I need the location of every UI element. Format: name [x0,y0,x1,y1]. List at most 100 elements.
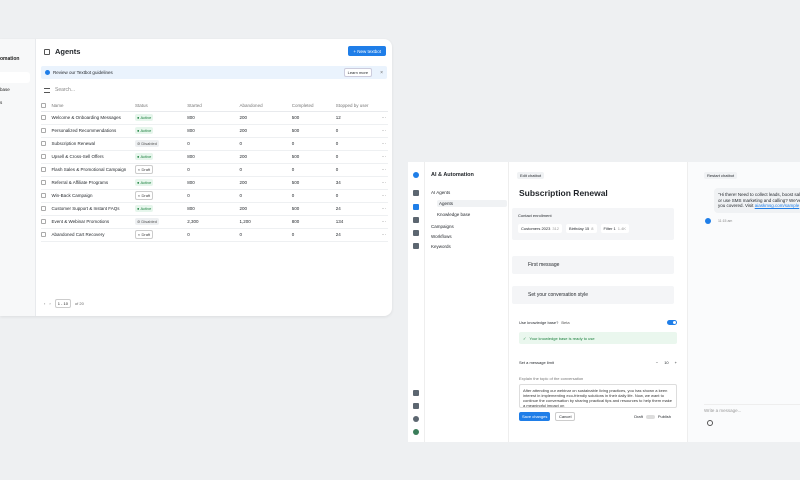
chip-birthday[interactable]: Birthday 15 8 [566,224,597,233]
row-name[interactable]: Welcome & Onboarding Messages [51,111,136,125]
row-name[interactable]: Flash Sales & Promotional Campaign [51,163,136,177]
row-name[interactable]: Customer Support & Instant FAQs [51,202,136,216]
nav-campaigns[interactable]: Campaigns [431,224,454,229]
table-row[interactable]: Customer Support & Instant FAQs ● Active 80… [41,202,388,216]
table-row[interactable]: Abandoned Cart Recovery ◐ Draft 0 0 0 24 ··· [41,228,388,242]
row-checkbox[interactable] [41,232,46,238]
message-limit-value[interactable]: 10 [664,360,668,365]
col-started[interactable]: Started [187,101,240,112]
increment-button[interactable]: + [675,360,677,365]
table-row[interactable]: Welcome & Onboarding Messages ● Active 800 2… [41,111,388,125]
integrations-icon[interactable] [413,390,419,396]
col-name[interactable]: Name [51,101,136,112]
nav-ai-agents[interactable]: AI Agents [431,190,450,195]
row-checkbox[interactable] [41,167,46,173]
chip-filter[interactable]: Filter 1 1.4K [600,224,629,233]
row-checkbox[interactable] [41,115,46,121]
more-icon[interactable]: ··· [377,124,388,138]
nav-agents[interactable]: Agents [437,200,507,207]
status-badge: ● Active [135,153,154,160]
row-stopped: 0 [335,124,378,138]
row-name[interactable]: Personalized Recommendations [51,124,136,138]
learn-more-button[interactable]: Learn more [343,68,373,77]
edit-chatbot-label[interactable]: Edit chatbot [517,172,545,179]
cancel-button[interactable]: Cancel [555,412,576,421]
table-row[interactable]: Win-Back Campaign ◐ Draft 0 0 0 0 ··· [41,189,388,203]
next-page-button[interactable]: › [49,301,50,306]
select-all-checkbox[interactable] [41,103,46,109]
search-input[interactable]: Search... [55,87,75,93]
row-name[interactable]: Win-Back Campaign [51,189,136,203]
more-icon[interactable]: ··· [377,176,388,190]
more-icon[interactable]: ··· [377,228,388,242]
grid-icon[interactable] [413,243,419,249]
sidebar-item-knowledge-base[interactable]: base [0,87,10,92]
draft-label: Draft [634,414,643,419]
message-limit-label: Set a message limit [519,360,554,365]
row-checkbox[interactable] [41,219,46,225]
sidebar-item-campaigns[interactable]: s [0,100,2,105]
row-checkbox[interactable] [41,141,46,147]
close-icon[interactable]: × [380,70,383,76]
contacts-icon[interactable] [413,230,419,236]
nav-keywords[interactable]: Keywords [431,244,451,249]
message-link[interactable]: aiaskmsg.com/sample [755,203,800,208]
message-input[interactable]: Write a message... [704,408,741,413]
col-stopped[interactable]: Stopped by user [335,101,378,112]
chip-customers[interactable]: Customers 2023 312 [518,224,563,233]
sidebar-toggle-icon[interactable] [44,48,50,55]
table-row[interactable]: Flash Sales & Promotional Campaign ◐ Draft… [41,163,388,177]
col-completed[interactable]: Completed [291,101,336,112]
avatar[interactable] [413,429,419,435]
more-icon[interactable]: ··· [377,137,388,151]
megaphone-icon[interactable] [413,403,419,409]
row-checkbox[interactable] [41,180,46,186]
row-stopped: 24 [335,202,378,216]
nav-knowledge-base[interactable]: Knowledge base [437,212,470,217]
page-range-select[interactable]: 1 - 10 [54,299,71,308]
row-completed: 0 [291,189,336,203]
row-name[interactable]: Event & Webinar Promotions [51,215,136,229]
col-status[interactable]: Status [135,101,188,112]
row-checkbox[interactable] [41,154,46,160]
decrement-button[interactable]: − [656,360,658,365]
automation-icon[interactable] [413,204,419,210]
more-icon[interactable]: ··· [377,150,388,164]
first-message-accordion[interactable]: First message [512,256,674,274]
table-row[interactable]: Subscription Renewal ⊘ Disabled 0 0 0 0 ··· [41,137,388,151]
use-kb-toggle[interactable] [667,320,677,325]
row-checkbox[interactable] [41,193,46,199]
more-icon[interactable]: ··· [377,215,388,229]
more-icon[interactable]: ··· [377,163,388,177]
more-icon[interactable]: ··· [377,202,388,216]
nav-workflows[interactable]: Workflows [431,234,452,239]
chatbot-title: Subscription Renewal [519,188,608,198]
new-textbot-button[interactable]: + New textbot [348,46,386,56]
save-button[interactable]: Save changes [519,412,551,421]
more-icon[interactable]: ··· [377,111,388,125]
row-checkbox[interactable] [41,128,46,134]
row-checkbox[interactable] [41,206,46,212]
chat-icon[interactable] [413,190,419,196]
filter-icon[interactable] [44,87,50,93]
table-row[interactable]: Personalized Recommendations ● Active 800 20… [41,124,388,138]
row-completed: 800 [291,215,336,229]
help-icon[interactable] [413,416,419,422]
row-name[interactable]: Subscription Renewal [51,137,136,151]
table-row[interactable]: Referral & Affiliate Programs ● Active 800 2… [41,176,388,190]
row-name[interactable]: Upsell & Cross-Sell Offers [51,150,136,164]
col-abandoned[interactable]: Abandoned [239,101,292,112]
table-row[interactable]: Upsell & Cross-Sell Offers ● Active 800 200 5… [41,150,388,164]
rocket-icon[interactable] [413,217,419,223]
prev-page-button[interactable]: ‹ [44,301,45,306]
table-row[interactable]: Event & Webinar Promotions ⊘ Disabled 2,300… [41,215,388,229]
more-icon[interactable]: ··· [377,189,388,203]
publish-toggle[interactable] [645,414,655,419]
topic-textarea[interactable]: After attending our webinar on sustainab… [519,384,677,408]
restart-chatbot-button[interactable]: Restart chatbot [704,172,738,179]
conversation-style-accordion[interactable]: Set your conversation style [512,286,674,304]
row-name[interactable]: Referral & Affiliate Programs [51,176,136,190]
row-name[interactable]: Abandoned Cart Recovery [51,228,136,242]
emoji-icon[interactable] [707,420,713,426]
sidebar-item-selected[interactable] [0,72,30,83]
